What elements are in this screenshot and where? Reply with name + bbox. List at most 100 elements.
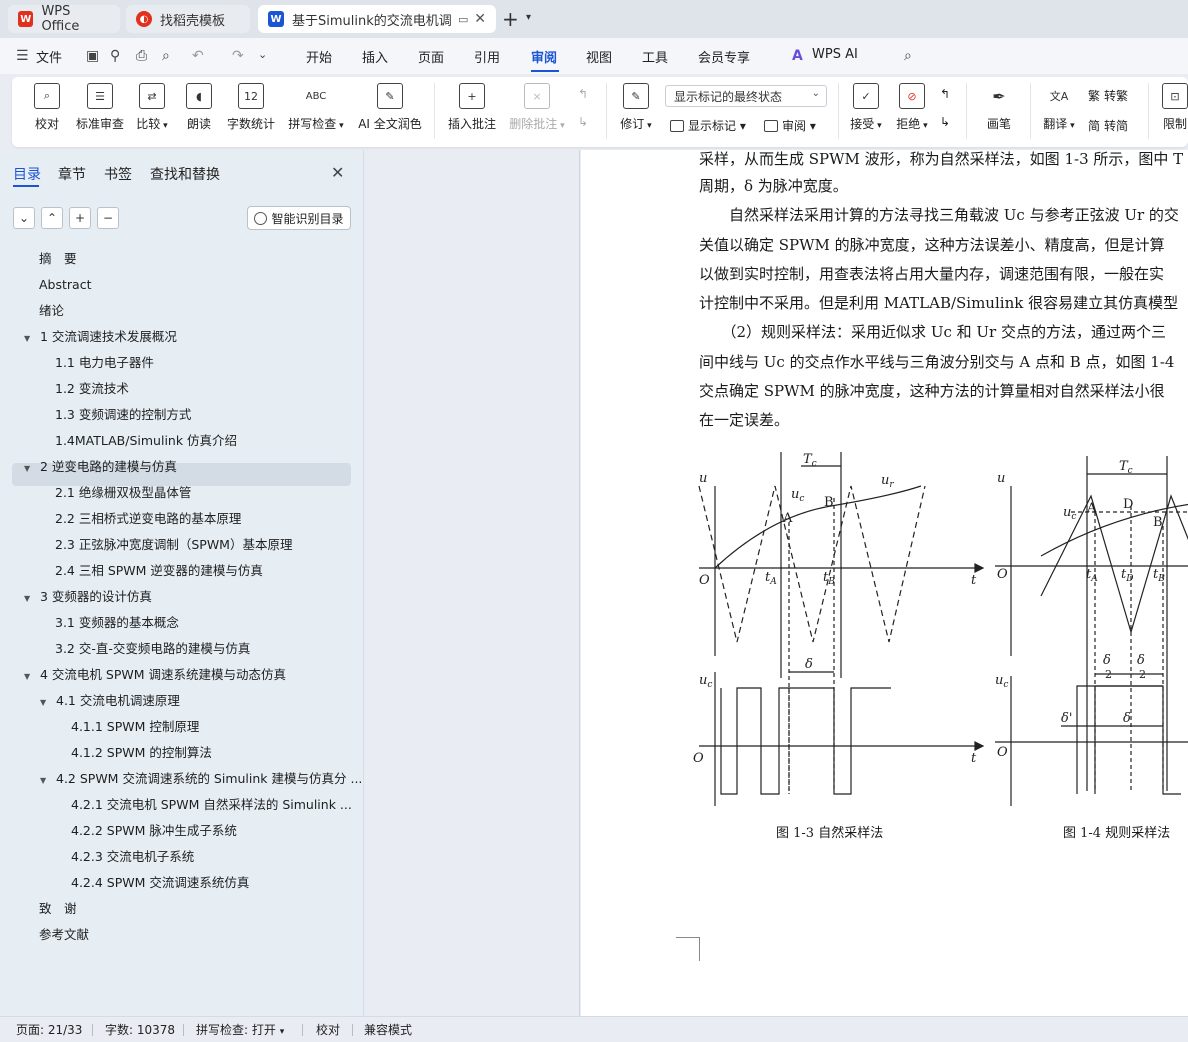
tab-sections[interactable]: 章节 xyxy=(58,164,86,184)
next-change-icon[interactable]: ↳ xyxy=(940,115,950,129)
toc-item[interactable]: Abstract xyxy=(39,274,91,296)
toc-item[interactable]: 2.2 三相桥式逆变电路的基本原理 xyxy=(55,508,241,530)
expand-arrow-icon[interactable]: ▼ xyxy=(40,692,52,714)
toc-item[interactable]: ▼ 4 交流电机 SPWM 调速系统建模与动态仿真 xyxy=(24,664,286,686)
remove-heading-button[interactable]: − xyxy=(97,207,119,229)
toc-item[interactable]: 1.4MATLAB/Simulink 仿真介绍 xyxy=(55,430,237,452)
new-tab-icon[interactable]: + xyxy=(502,9,519,29)
hamburger-icon[interactable]: ☰ xyxy=(16,48,29,64)
review-pane-button[interactable]: 审阅 ▾ xyxy=(764,117,816,134)
show-markup-button[interactable]: 显示标记 ▾ xyxy=(670,117,746,134)
expand-arrow-icon[interactable]: ▼ xyxy=(24,458,36,480)
expand-arrow-icon[interactable]: ▼ xyxy=(24,666,36,688)
undo-icon[interactable]: ↶ xyxy=(192,48,204,64)
translate-button[interactable]: 文A 翻译 ▾ xyxy=(1040,83,1078,132)
toc-item[interactable]: 1.1 电力电子器件 xyxy=(55,352,154,374)
search-icon[interactable]: ⌕ xyxy=(904,48,912,64)
pen-button[interactable]: ✒ 画笔 xyxy=(982,83,1016,132)
menu-wps-ai[interactable]: WPS AI xyxy=(812,47,858,62)
proofread-button[interactable]: ⌕ 校对 xyxy=(32,83,62,132)
redo-icon[interactable]: ↷ xyxy=(232,48,244,64)
restrict-editing-button[interactable]: ⊡ 限制 xyxy=(1160,83,1188,132)
tab-label: 基于Simulink的交流电机调速 xyxy=(292,13,452,29)
toc-item[interactable]: 3.1 变频器的基本概念 xyxy=(55,612,179,634)
standard-review-button[interactable]: ☰ 标准审查 xyxy=(74,83,126,132)
toc-item[interactable]: 2.3 正弦脉冲宽度调制（SPWM）基本原理 xyxy=(55,534,292,556)
menu-insert[interactable]: 插入 xyxy=(362,47,388,66)
link-icon[interactable]: ⚲ xyxy=(110,48,120,64)
toc-item[interactable]: 1.3 变频调速的控制方式 xyxy=(55,404,191,426)
toc-item[interactable]: 3.2 交-直-交变频电路的建模与仿真 xyxy=(55,638,250,660)
prev-change-icon[interactable]: ↰ xyxy=(940,87,950,101)
expand-arrow-icon[interactable]: ▼ xyxy=(24,328,36,350)
menu-file[interactable]: 文件 xyxy=(36,47,62,66)
insert-comment-button[interactable]: + 插入批注 xyxy=(446,83,498,132)
menu-view[interactable]: 视图 xyxy=(586,47,612,66)
print-icon[interactable]: ⎙ xyxy=(136,48,147,64)
tab-bookmarks[interactable]: 书签 xyxy=(104,164,132,184)
toc-item[interactable]: ▼ 4.1 交流电机调速原理 xyxy=(40,690,180,712)
proofread-status[interactable]: 校对 xyxy=(316,1021,340,1038)
toc-item[interactable]: 4.2.3 交流电机子系统 xyxy=(71,846,194,868)
to-simplified-button[interactable]: 简转简 xyxy=(1088,117,1128,134)
expand-arrow-icon[interactable]: ▼ xyxy=(40,770,52,792)
page-indicator[interactable]: 页面: 21/33 xyxy=(16,1021,82,1038)
markup-mode-select[interactable]: 显示标记的最终状态 ⌄ xyxy=(665,85,827,107)
reject-button[interactable]: ⊘ 拒绝 ▾ xyxy=(892,83,932,132)
menu-references[interactable]: 引用 xyxy=(474,47,500,66)
toc-item[interactable]: 1.2 变流技术 xyxy=(55,378,129,400)
tab-wps-office[interactable]: W WPS Office xyxy=(8,4,120,34)
save-icon[interactable]: ▣ xyxy=(86,48,99,64)
word-count[interactable]: 字数: 10378 xyxy=(105,1021,175,1038)
smart-toc-button[interactable]: 智能识别目录 xyxy=(247,206,351,230)
toc-item[interactable]: 4.1.1 SPWM 控制原理 xyxy=(71,716,199,738)
tab-document[interactable]: W 基于Simulink的交流电机调速 ▭ ✕ xyxy=(258,5,496,33)
spell-check-button[interactable]: ABC 拼写检查 ▾ xyxy=(286,83,346,132)
read-aloud-button[interactable]: ◖ 朗读 xyxy=(184,83,214,132)
to-traditional-button[interactable]: 繁转繁 xyxy=(1088,87,1128,104)
menu-tools[interactable]: 工具 xyxy=(642,47,668,66)
toc-item[interactable]: 4.2.1 交流电机 SPWM 自然采样法的 Simulink ... xyxy=(71,794,352,816)
toc-item[interactable]: ▼ 1 交流调速技术发展概况 xyxy=(24,326,177,348)
word-count-button[interactable]: 12 字数统计 xyxy=(226,83,276,132)
doc-line: （2）规则采样法：采用近似求 Uc 和 Ur 交点的方法，通过两个三 xyxy=(699,323,1166,341)
ai-polish-button[interactable]: ✎ AI 全文润色 xyxy=(356,83,424,132)
toc-item[interactable]: 致 谢 xyxy=(39,898,77,920)
chevron-down-icon[interactable]: ⌄ xyxy=(258,48,267,61)
toc-item[interactable]: 2.1 绝缘栅双极型晶体管 xyxy=(55,482,191,504)
compare-button[interactable]: ⇄ 比较 ▾ xyxy=(134,83,170,132)
toc-item[interactable]: 2.4 三相 SPWM 逆变器的建模与仿真 xyxy=(55,560,263,582)
next-comment-icon[interactable]: ↳ xyxy=(578,115,588,129)
menu-member[interactable]: 会员专享 xyxy=(698,47,750,66)
expand-all-button[interactable]: ⌄ xyxy=(13,207,35,229)
expand-arrow-icon[interactable]: ▼ xyxy=(24,588,36,610)
close-icon[interactable]: ✕ xyxy=(331,163,344,182)
menu-review[interactable]: 审阅 xyxy=(531,47,557,66)
menu-page[interactable]: 页面 xyxy=(418,47,444,66)
revise-button[interactable]: ✎ 修订 ▾ xyxy=(616,83,656,132)
delete-comment-button[interactable]: × 删除批注 ▾ xyxy=(506,83,568,132)
menu-home[interactable]: 开始 xyxy=(306,47,332,66)
print-preview-icon[interactable]: ⌕ xyxy=(162,48,170,64)
tab-toc[interactable]: 目录 xyxy=(13,164,41,184)
toc-item[interactable]: 4.2.2 SPWM 脉冲生成子系统 xyxy=(71,820,237,842)
toc-item[interactable]: 4.2.4 SPWM 交流调速系统仿真 xyxy=(71,872,249,894)
toc-item[interactable]: ▼ 3 变频器的设计仿真 xyxy=(24,586,152,608)
spell-check-status[interactable]: 拼写检查: 打开 ▾ xyxy=(196,1021,284,1038)
add-heading-button[interactable]: + xyxy=(69,207,91,229)
chevron-down-icon[interactable]: ▾ xyxy=(526,12,531,23)
document-page[interactable]: 采样，从而生成 SPWM 波形，称为自然采样法，如图 1-3 所示，图中 T 周… xyxy=(581,150,1188,1016)
screen-icon[interactable]: ▭ xyxy=(458,13,468,26)
toc-item[interactable]: 4.1.2 SPWM 的控制算法 xyxy=(71,742,212,764)
toc-item[interactable]: 摘 要 xyxy=(39,248,77,270)
tab-docer[interactable]: ◐ 找稻壳模板 xyxy=(126,5,250,33)
tab-find-replace[interactable]: 查找和替换 xyxy=(150,164,220,184)
close-icon[interactable]: ✕ xyxy=(474,11,486,27)
collapse-all-button[interactable]: ⌃ xyxy=(41,207,63,229)
toc-item[interactable]: 参考文献 xyxy=(39,924,89,946)
toc-item[interactable]: ▼ 4.2 SPWM 交流调速系统的 Simulink 建模与仿真分 ... xyxy=(40,768,362,790)
accept-button[interactable]: ✓ 接受 ▾ xyxy=(846,83,886,132)
toc-item[interactable]: 绪论 xyxy=(39,300,64,322)
prev-comment-icon[interactable]: ↰ xyxy=(578,87,588,101)
toc-item[interactable]: ▼ 2 逆变电路的建模与仿真 xyxy=(24,456,177,478)
